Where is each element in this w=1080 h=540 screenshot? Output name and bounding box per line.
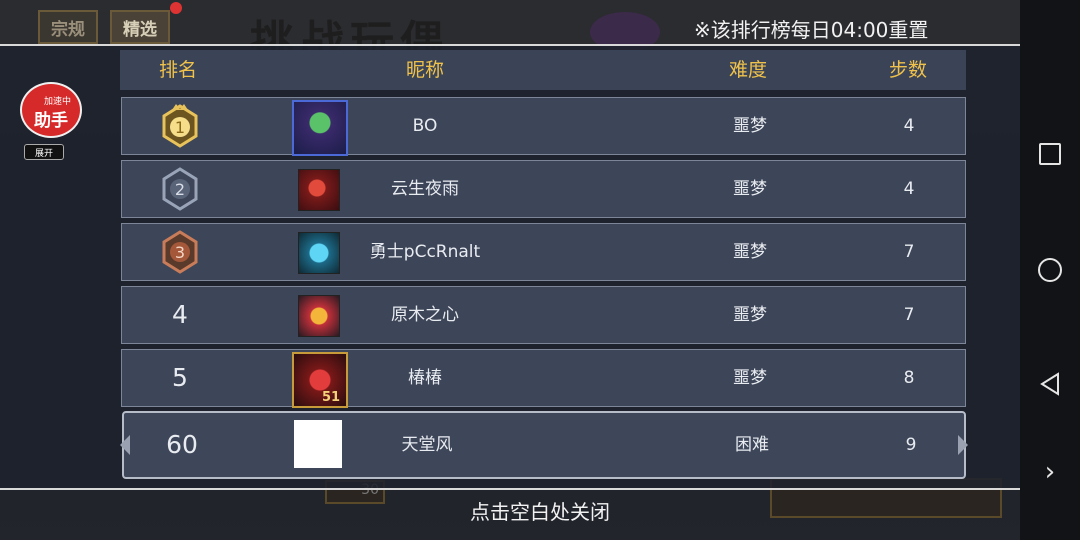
player-difficulty: 噩梦 — [733, 179, 767, 199]
leaderboard-row: 1 BO 噩梦 4 — [121, 97, 966, 156]
rank-number: 4 — [172, 300, 188, 329]
leaderboard-row: 3 勇士pCcRnalt 噩梦 7 — [121, 223, 966, 281]
leaderboard-header: 排名 昵称 难度 步数 — [120, 50, 966, 90]
silver-medal-icon: 2 — [162, 167, 198, 211]
player-difficulty: 噩梦 — [733, 305, 767, 325]
my-steps: 9 — [905, 435, 917, 455]
background-tab-1: 宗规 — [38, 10, 98, 44]
leaderboard-row: 5 51 椿椿 噩梦 8 — [121, 349, 966, 408]
my-difficulty: 困难 — [735, 435, 769, 455]
player-steps: 7 — [903, 305, 915, 325]
leaderboard-row: 2 云生夜雨 噩梦 4 — [121, 160, 966, 218]
player-steps: 4 — [903, 179, 915, 199]
bronze-medal-icon: 3 — [162, 230, 198, 274]
rank-number: 3 — [175, 243, 185, 262]
player-difficulty: 噩梦 — [733, 368, 767, 388]
header-difficulty: 难度 — [728, 59, 767, 81]
gold-medal-icon: 1 — [162, 104, 198, 148]
player-steps: 4 — [903, 116, 915, 136]
rank-number: 2 — [175, 180, 185, 199]
notification-dot-icon — [170, 2, 182, 14]
assistant-expand-button[interactable]: 展开 — [24, 144, 64, 160]
player-steps: 8 — [903, 368, 915, 388]
player-name: 云生夜雨 — [391, 179, 459, 199]
back-icon[interactable] — [1038, 372, 1062, 396]
player-steps: 7 — [903, 242, 915, 262]
rank-number: 5 — [172, 363, 188, 392]
my-name: 天堂风 — [401, 435, 453, 455]
leaderboard-row: 4 原木之心 噩梦 7 — [121, 286, 966, 344]
player-name: 原木之心 — [391, 305, 459, 325]
header-rank: 排名 — [158, 59, 197, 81]
background-tab-2: 精选 — [110, 10, 170, 44]
header-name: 昵称 — [405, 59, 444, 81]
player-name: 勇士pCcRnalt — [369, 242, 481, 262]
player-name: 椿椿 — [408, 368, 442, 388]
assistant-label: 助手 — [34, 111, 68, 131]
player-name: BO — [412, 116, 438, 136]
reset-notice: ※该排行榜每日04:00重置 — [694, 18, 929, 42]
close-hint[interactable]: 点击空白处关闭 — [0, 496, 1080, 525]
assistant-expand-label: 展开 — [34, 148, 53, 159]
my-rank-row: 60 天堂风 困难 9 — [120, 411, 968, 479]
chevron-right-icon[interactable]: › — [1038, 457, 1062, 487]
my-rank-number: 60 — [166, 430, 198, 459]
player-difficulty: 噩梦 — [733, 242, 767, 262]
header-steps: 步数 — [888, 59, 927, 81]
rank-number: 1 — [175, 118, 185, 137]
recent-apps-icon[interactable] — [1038, 142, 1062, 166]
home-icon[interactable] — [1038, 258, 1062, 282]
player-difficulty: 噩梦 — [733, 116, 767, 136]
